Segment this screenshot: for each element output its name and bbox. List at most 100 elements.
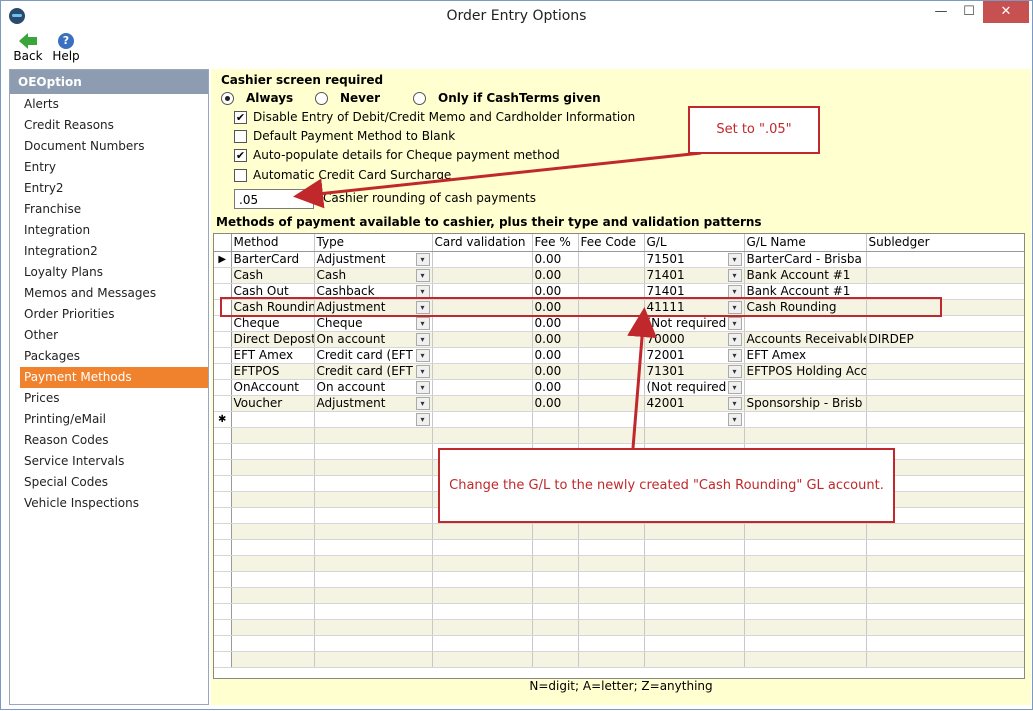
cell-method[interactable]: Direct Depost — [231, 331, 315, 348]
table-row[interactable]: ✱ ▾ ▾ — [214, 411, 1024, 428]
cell-type[interactable] — [314, 507, 433, 524]
cell-method[interactable] — [231, 507, 315, 524]
sidebar-item-payment-methods[interactable]: Payment Methods — [20, 367, 208, 388]
cell-card[interactable] — [432, 523, 533, 540]
surcharge-checkbox[interactable]: Automatic Credit Card Surcharge — [234, 168, 451, 184]
cell-card[interactable] — [432, 555, 533, 572]
cell-glname[interactable] — [744, 603, 867, 620]
cell-gl[interactable] — [644, 539, 745, 556]
cell-glname[interactable]: EFTPOS Holding Acc — [744, 363, 867, 380]
sidebar-item-printing-email[interactable]: Printing/eMail — [10, 409, 208, 430]
cell-glname[interactable]: Accounts Receivable — [744, 331, 867, 348]
cell-type[interactable] — [314, 587, 433, 604]
sidebar-item-prices[interactable]: Prices — [10, 388, 208, 409]
sidebar-item-packages[interactable]: Packages — [10, 346, 208, 367]
cell-fee[interactable]: 0.00 — [532, 363, 579, 380]
cell-gl[interactable] — [644, 555, 745, 572]
disable-entry-checkbox[interactable]: ✔ Disable Entry of Debit/Credit Memo and … — [234, 110, 635, 126]
row-header[interactable] — [214, 443, 232, 460]
cell-gl[interactable]: ▾ 70000 — [644, 331, 745, 348]
cell-fee[interactable] — [532, 427, 579, 444]
chevron-down-icon[interactable]: ▾ — [415, 332, 430, 346]
cell-card[interactable] — [432, 539, 533, 556]
cell-gl[interactable]: ▾ (Not required — [644, 379, 745, 396]
cell-glname[interactable] — [744, 427, 867, 444]
cell-feecode[interactable] — [578, 331, 645, 348]
cell-type[interactable]: ▾ Cheque — [314, 315, 433, 332]
cell-sub[interactable] — [866, 267, 1024, 284]
cell-method[interactable] — [231, 651, 315, 668]
table-row[interactable] — [214, 587, 1024, 604]
rounding-select[interactable]: .05 ▼ — [234, 189, 314, 209]
radio-always[interactable]: Always — [221, 91, 293, 107]
cell-method[interactable] — [231, 523, 315, 540]
cell-feecode[interactable] — [578, 651, 645, 668]
cell-feecode[interactable] — [578, 379, 645, 396]
chevron-down-icon[interactable]: ▾ — [415, 252, 430, 266]
table-row[interactable]: OnAccount ▾ On account 0.00 ▾ (Not required — [214, 379, 1024, 396]
table-row[interactable]: Cheque ▾ Cheque 0.00 ▾ (Not required — [214, 315, 1024, 332]
cell-type[interactable] — [314, 475, 433, 492]
cell-feecode[interactable] — [578, 603, 645, 620]
table-row[interactable]: Voucher ▾ Adjustment 0.00 ▾ 42001 Sponsorship … — [214, 395, 1024, 412]
row-header[interactable] — [214, 267, 232, 284]
chevron-down-icon[interactable]: ▾ — [727, 268, 742, 282]
col-type[interactable]: Type — [314, 234, 433, 252]
cell-method[interactable] — [231, 619, 315, 636]
cell-gl[interactable]: ▾ 71401 — [644, 267, 745, 284]
table-row[interactable] — [214, 619, 1024, 636]
cell-sub[interactable] — [866, 651, 1024, 668]
row-header[interactable] — [214, 587, 232, 604]
cell-glname[interactable] — [744, 587, 867, 604]
cell-type[interactable] — [314, 443, 433, 460]
cell-feecode[interactable] — [578, 523, 645, 540]
cell-type[interactable]: ▾ Credit card (EFT — [314, 347, 433, 364]
cell-feecode[interactable] — [578, 587, 645, 604]
row-header[interactable] — [214, 315, 232, 332]
chevron-down-icon[interactable]: ▾ — [415, 348, 430, 362]
cell-sub[interactable] — [866, 555, 1024, 572]
cell-type[interactable]: ▾ — [314, 411, 433, 428]
table-row[interactable] — [214, 427, 1024, 444]
cell-glname[interactable]: BarterCard - Brisba — [744, 251, 867, 268]
cell-sub[interactable] — [866, 315, 1024, 332]
cell-fee[interactable] — [532, 603, 579, 620]
cell-method[interactable]: BarterCard — [231, 251, 315, 268]
row-header[interactable] — [214, 603, 232, 620]
table-row[interactable] — [214, 555, 1024, 572]
table-row[interactable] — [214, 523, 1024, 540]
chevron-down-icon[interactable]: ▾ — [415, 380, 430, 394]
close-button[interactable]: ✕ — [983, 1, 1029, 23]
cell-type[interactable] — [314, 491, 433, 508]
chevron-down-icon[interactable]: ▾ — [415, 284, 430, 298]
row-header[interactable] — [214, 459, 232, 476]
table-row[interactable]: Direct Depost ▾ On account 0.00 ▾ 70000 Accoun… — [214, 331, 1024, 348]
radio-cashterms[interactable]: Only if CashTerms given — [413, 91, 601, 107]
cell-type[interactable] — [314, 539, 433, 556]
cell-type[interactable] — [314, 459, 433, 476]
cell-fee[interactable] — [532, 571, 579, 588]
cell-fee[interactable] — [532, 651, 579, 668]
cell-feecode[interactable] — [578, 635, 645, 652]
cell-feecode[interactable] — [578, 251, 645, 268]
cell-method[interactable] — [231, 427, 315, 444]
radio-never[interactable]: Never — [315, 91, 380, 107]
cell-sub[interactable] — [866, 427, 1024, 444]
cell-type[interactable] — [314, 651, 433, 668]
chevron-down-icon[interactable]: ▾ — [415, 396, 430, 410]
cell-gl[interactable] — [644, 651, 745, 668]
row-header[interactable]: ✱ — [214, 411, 232, 428]
cell-type[interactable]: ▾ Adjustment — [314, 395, 433, 412]
cell-method[interactable] — [231, 475, 315, 492]
cell-fee[interactable]: 0.00 — [532, 331, 579, 348]
col-gl[interactable]: G/L — [644, 234, 745, 252]
help-button[interactable]: ? Help — [51, 33, 81, 63]
cell-feecode[interactable] — [578, 539, 645, 556]
cell-type[interactable]: ▾ On account — [314, 331, 433, 348]
cell-glname[interactable]: EFT Amex — [744, 347, 867, 364]
col-subledger[interactable]: Subledger — [866, 234, 1024, 252]
row-header[interactable] — [214, 395, 232, 412]
cell-card[interactable] — [432, 603, 533, 620]
row-header[interactable] — [214, 651, 232, 668]
row-header[interactable] — [214, 555, 232, 572]
